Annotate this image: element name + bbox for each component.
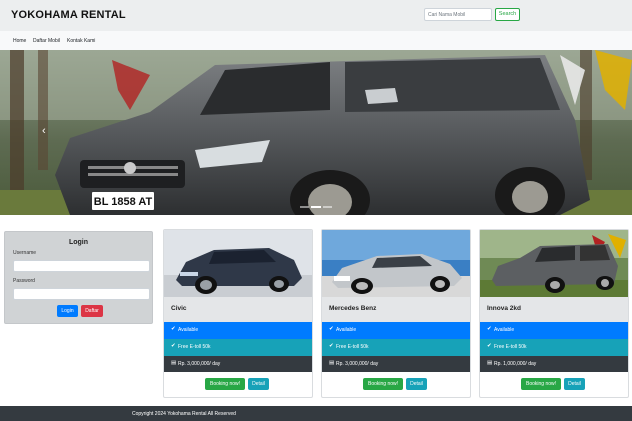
money-icon: ▤ <box>487 360 493 366</box>
main-nav: Home Daftar Mobil Kontak Kami <box>0 31 632 50</box>
login-title: Login <box>68 239 89 246</box>
carousel-indicator-active[interactable] <box>311 206 321 208</box>
top-header: YOKOHAMA RENTAL Search <box>0 0 632 31</box>
money-icon: ▤ <box>329 360 335 366</box>
availability-text: Available <box>178 327 199 333</box>
car-image <box>480 230 628 297</box>
availability-text: Available <box>494 327 515 333</box>
check-icon: ✔ <box>171 326 176 332</box>
hero-image: BL 1858 AT <box>0 50 632 215</box>
etoll-row: ✔ Free E-toll 50k <box>322 339 470 356</box>
price-text: Rp. 3,000,000/ day <box>336 361 379 367</box>
check-icon: ✔ <box>329 326 334 332</box>
price-text: Rp. 1,000,000/ day <box>494 361 537 367</box>
car-card-civic: Civic ✔ Available ✔ Free E-toll 50k ▤ Rp… <box>163 229 313 398</box>
etoll-text: Free E-toll 50k <box>494 344 527 350</box>
nav-kontak-kami[interactable]: Kontak Kami <box>67 38 95 44</box>
car-image <box>164 230 312 297</box>
availability-row: ✔ Available <box>480 322 628 339</box>
hero-carousel: BL 1858 AT ‹ <box>0 50 632 215</box>
etoll-text: Free E-toll 50k <box>336 344 369 350</box>
chevron-left-icon[interactable]: ‹ <box>42 126 46 137</box>
booking-button[interactable]: Booking now! <box>205 378 245 390</box>
availability-row: ✔ Available <box>164 322 312 339</box>
car-card-mercedes-benz: Mercedes Benz ✔ Available ✔ Free E-toll … <box>321 229 471 398</box>
money-icon: ▤ <box>171 360 177 366</box>
check-icon: ✔ <box>329 343 334 349</box>
car-name: Mercedes Benz <box>329 305 377 312</box>
detail-button[interactable]: Detail <box>564 378 585 390</box>
nav-daftar-mobil[interactable]: Daftar Mobil <box>33 38 60 44</box>
price-row: ▤ Rp. 1,000,000/ day <box>480 356 628 372</box>
booking-button[interactable]: Booking now! <box>363 378 403 390</box>
search-input[interactable] <box>424 8 492 21</box>
car-image <box>322 230 470 297</box>
check-icon: ✔ <box>487 343 492 349</box>
footer: Copyright 2024 Yokohama Rental All Reser… <box>0 406 632 421</box>
etoll-row: ✔ Free E-toll 50k <box>480 339 628 356</box>
detail-button[interactable]: Detail <box>248 378 269 390</box>
car-name-bar: Civic <box>164 297 312 322</box>
car-name: Innova 2kd <box>487 305 521 312</box>
footer-copyright: Copyright 2024 Yokohama Rental All Reser… <box>132 411 236 417</box>
search-button[interactable]: Search <box>495 8 520 21</box>
carousel-indicators <box>300 206 332 209</box>
car-name-bar: Innova 2kd <box>480 297 628 322</box>
car-name-bar: Mercedes Benz <box>322 297 470 322</box>
password-label: Password <box>13 278 35 284</box>
availability-text: Available <box>336 327 357 333</box>
username-field[interactable] <box>13 260 150 272</box>
login-button[interactable]: Login <box>57 305 78 317</box>
detail-button[interactable]: Detail <box>406 378 427 390</box>
booking-button[interactable]: Booking now! <box>521 378 561 390</box>
car-name: Civic <box>171 305 187 312</box>
carousel-indicator[interactable] <box>322 206 332 208</box>
username-label: Username <box>13 250 37 256</box>
login-card: Login Username Password Login Daftar <box>4 231 153 324</box>
carousel-indicator[interactable] <box>300 206 310 208</box>
check-icon: ✔ <box>487 326 492 332</box>
password-field[interactable] <box>13 288 150 300</box>
site-brand[interactable]: YOKOHAMA RENTAL <box>11 9 126 21</box>
price-text: Rp. 3,000,000/ day <box>178 361 221 367</box>
availability-row: ✔ Available <box>322 322 470 339</box>
check-icon: ✔ <box>171 343 176 349</box>
price-row: ▤ Rp. 3,000,000/ day <box>164 356 312 372</box>
hero-plate-text: BL 1858 AT <box>94 196 153 208</box>
nav-home[interactable]: Home <box>13 38 26 44</box>
etoll-row: ✔ Free E-toll 50k <box>164 339 312 356</box>
price-row: ▤ Rp. 3,000,000/ day <box>322 356 470 372</box>
daftar-button[interactable]: Daftar <box>81 305 103 317</box>
etoll-text: Free E-toll 50k <box>178 344 211 350</box>
car-card-innova-2kd: Innova 2kd ✔ Available ✔ Free E-toll 50k… <box>479 229 629 398</box>
